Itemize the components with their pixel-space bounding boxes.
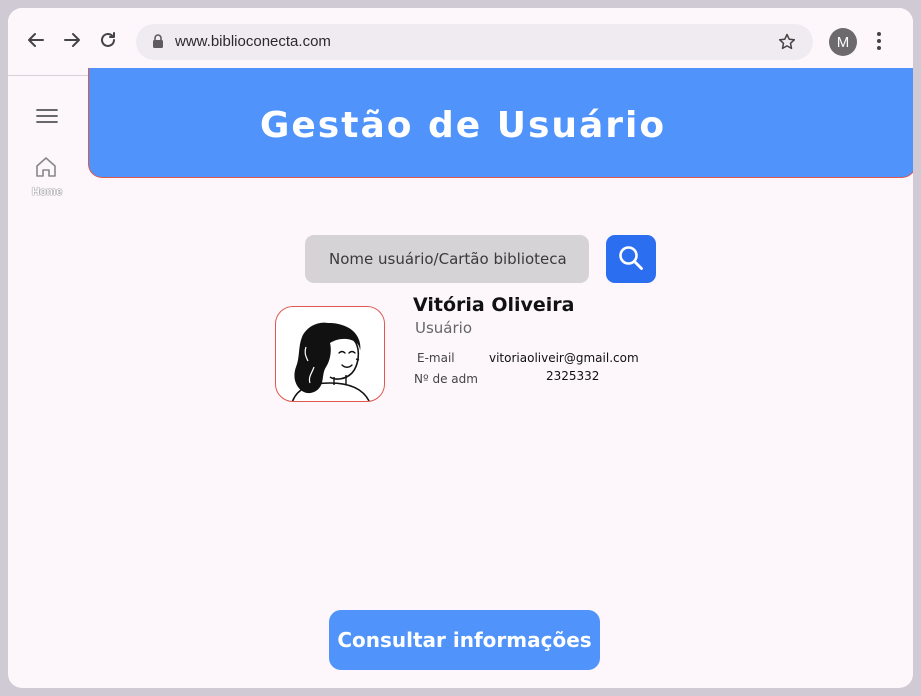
reload-icon[interactable] [96, 28, 120, 52]
consult-info-button[interactable]: Consultar informações [329, 610, 600, 670]
user-name: Vitória Oliveira [413, 294, 575, 316]
address-bar[interactable]: www.biblioconecta.com [136, 24, 813, 60]
home-label[interactable]: Home [27, 186, 67, 198]
lock-icon [152, 34, 164, 54]
search-input[interactable] [305, 235, 589, 283]
user-portrait-illustration [291, 322, 370, 401]
search-icon [617, 244, 645, 275]
user-role: Usuário [415, 319, 473, 337]
more-vert-icon[interactable] [876, 30, 882, 57]
forward-arrow-icon[interactable] [60, 28, 84, 52]
back-arrow-icon[interactable] [24, 28, 48, 52]
url-text: www.biblioconecta.com [175, 33, 331, 50]
browser-window: www.biblioconecta.com M Home Gestão de U… [8, 8, 913, 688]
header-banner: Gestão de Usuário [88, 68, 913, 178]
adm-number-label: Nº de adm [414, 372, 478, 386]
user-avatar [275, 306, 385, 402]
hamburger-menu-icon[interactable] [36, 108, 58, 129]
email-value: vitoriaoliveir@gmail.com [489, 351, 639, 365]
email-label: E-mail [417, 351, 455, 365]
search-button[interactable] [606, 235, 656, 283]
adm-number-value: 2325332 [546, 369, 600, 383]
profile-avatar[interactable]: M [829, 28, 857, 56]
home-icon[interactable] [34, 155, 58, 184]
side-rail: Home [8, 77, 88, 688]
bookmark-star-icon[interactable] [777, 32, 797, 57]
page-title: Gestão de Usuário [259, 105, 667, 146]
browser-toolbar: www.biblioconecta.com M [8, 8, 913, 76]
